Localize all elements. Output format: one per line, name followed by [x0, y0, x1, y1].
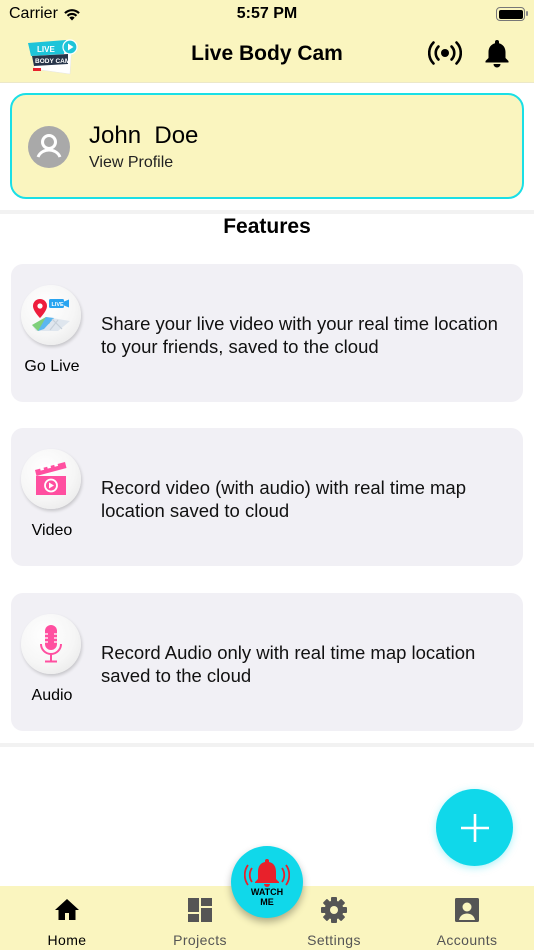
- feature-description: Share your live video with your real tim…: [101, 313, 498, 357]
- live-broadcast-icon[interactable]: [428, 40, 462, 66]
- tab-home[interactable]: Home: [0, 886, 134, 950]
- battery-icon: [496, 7, 528, 21]
- tab-label: Settings: [307, 932, 361, 948]
- profile-name: John Doe: [89, 122, 199, 149]
- features-title: Features: [223, 215, 311, 238]
- alarm-bell-icon: [244, 859, 290, 887]
- home-screen: Carrier 5:57 PM LIVE BODY CAM Live Body …: [0, 0, 534, 950]
- watch-me-line1: WATCH: [250, 887, 284, 897]
- feature-label: Video: [31, 522, 73, 539]
- watch-me-label: WATCH ME: [231, 887, 303, 907]
- map-live-icon: LIVE: [21, 285, 81, 345]
- feature-video[interactable]: Video Record video (with audio) with rea…: [11, 428, 523, 566]
- status-time: 5:57 PM: [236, 5, 298, 22]
- tab-label: Projects: [173, 932, 227, 948]
- dashboard-icon: [188, 898, 212, 922]
- plus-icon: [460, 813, 489, 842]
- tab-label: Home: [47, 932, 87, 948]
- avatar-icon: [28, 126, 70, 168]
- feature-description: Record video (with audio) with real time…: [101, 477, 467, 521]
- profile-card[interactable]: John Doe View Profile: [10, 93, 524, 199]
- watch-me-line2: ME: [260, 897, 274, 907]
- divider: [0, 210, 534, 214]
- home-icon: [55, 899, 79, 920]
- bell-icon[interactable]: [483, 38, 511, 68]
- top-bar: Carrier 5:57 PM LIVE BODY CAM Live Body …: [0, 0, 534, 83]
- feature-go-live[interactable]: LIVE Go Live Share your live video with …: [11, 264, 523, 402]
- view-profile-link[interactable]: View Profile: [89, 154, 173, 172]
- tab-label: Accounts: [436, 932, 498, 948]
- tab-accounts[interactable]: Accounts: [400, 886, 534, 950]
- svg-text:LIVE: LIVE: [52, 302, 65, 308]
- watch-me-button[interactable]: WATCH ME: [231, 846, 303, 918]
- gear-icon: [321, 897, 347, 923]
- add-button[interactable]: [436, 789, 513, 866]
- video-clapper-icon: [21, 449, 81, 509]
- divider: [0, 743, 534, 747]
- account-box-icon: [455, 898, 479, 922]
- feature-description: Record Audio only with real time map loc…: [101, 642, 476, 686]
- feature-label: Audio: [31, 687, 73, 704]
- feature-audio[interactable]: Audio Record Audio only with real time m…: [11, 593, 523, 731]
- feature-label: Go Live: [24, 358, 80, 375]
- microphone-icon: [21, 614, 81, 674]
